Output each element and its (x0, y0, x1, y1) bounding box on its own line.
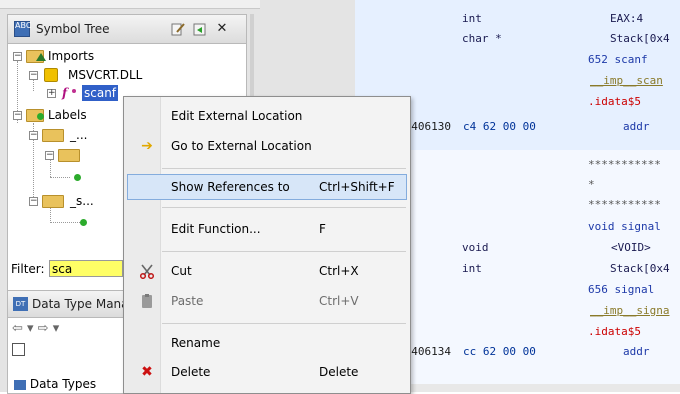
symbol-tree-title: Symbol Tree (36, 22, 110, 36)
menu-item-shortcut: Ctrl+X (319, 264, 359, 278)
menu-separator (162, 207, 406, 208)
collapse-toggle-icon[interactable]: − (13, 52, 22, 61)
folder-icon (42, 129, 64, 142)
menu-item-label: Edit External Location (171, 109, 303, 123)
menu-item-label: Delete (171, 365, 211, 379)
imports-badge-icon (36, 53, 46, 61)
menu-item-paste[interactable]: Paste Ctrl+V (127, 288, 407, 314)
menu-item-shortcut: Ctrl+V (319, 294, 359, 308)
expand-toggle-icon[interactable]: + (47, 89, 56, 98)
top-toolbar-strip (0, 0, 260, 9)
collapse-toggle-icon[interactable]: − (29, 131, 38, 140)
tree-node-label-selected: scanf (82, 85, 119, 101)
listing-line[interactable]: addr (623, 345, 650, 358)
listing-line[interactable]: int (462, 12, 482, 25)
listing-line[interactable]: 656 signal (588, 283, 654, 296)
menu-item-label: Rename (171, 336, 221, 350)
menu-item-shortcut: Ctrl+Shift+F (319, 180, 395, 194)
listing-bytes[interactable]: c4 62 00 00 (463, 120, 536, 133)
tree-guide-line (50, 177, 70, 178)
menu-item-shortcut: F (319, 222, 326, 236)
listing-line[interactable]: EAX:4 (610, 12, 643, 25)
menu-item-delete[interactable]: ✖ Delete Delete (127, 359, 407, 385)
listing-bytes[interactable]: cc 62 00 00 (463, 345, 536, 358)
menu-item-label: Paste (171, 294, 204, 308)
data-types-node[interactable]: Data Types (14, 377, 96, 391)
menu-item-shortcut: Delete (319, 365, 359, 379)
listing-line[interactable]: .idata$5 (588, 325, 641, 338)
collapse-toggle-icon[interactable]: − (13, 111, 22, 120)
export-icon[interactable] (192, 21, 208, 37)
collapse-toggle-icon[interactable]: − (45, 151, 54, 160)
collapse-toggle-icon[interactable]: − (29, 71, 38, 80)
context-menu: Edit External Location ➔ Go to External … (123, 96, 411, 394)
filter-label: Filter: (11, 262, 45, 276)
edit-icon[interactable] (170, 21, 186, 37)
menu-item-label: Cut (171, 264, 192, 278)
tree-guide-line (50, 222, 80, 223)
listing-line[interactable]: <VOID> (611, 241, 651, 254)
listing-line[interactable]: 652 scanf (588, 53, 648, 66)
data-type-manager-logo-icon: DT (13, 297, 28, 311)
tree-node-label: MSVCRT.DLL (68, 68, 143, 82)
menu-item-label: Show References to (171, 180, 290, 194)
listing-line[interactable]: *********** (588, 158, 661, 171)
folder-icon (42, 195, 64, 208)
tree-node-label: Labels (48, 108, 87, 122)
arrow-right-icon: ➔ (141, 138, 153, 154)
label-item-icon[interactable] (74, 174, 81, 181)
listing-line[interactable]: * (588, 178, 595, 191)
listing-line[interactable]: *********** (588, 198, 661, 211)
listing-line[interactable]: Stack[0x4 (610, 32, 670, 45)
close-icon[interactable]: ✕ (214, 21, 230, 37)
paste-icon (139, 293, 155, 309)
listing-line[interactable]: Stack[0x4 (610, 262, 670, 275)
label-badge-icon (37, 113, 44, 120)
symbol-tree-logo-icon: ABC (14, 21, 31, 37)
menu-item-show-references-to[interactable]: Show References to Ctrl+Shift+F (127, 174, 407, 200)
collapse-all-icon[interactable] (12, 343, 25, 356)
menu-separator (162, 168, 406, 169)
listing-line[interactable]: void (462, 241, 489, 254)
function-icon: f (62, 86, 68, 100)
tree-node-label: _... (70, 128, 88, 142)
listing-line[interactable]: char * (462, 32, 502, 45)
delete-x-icon: ✖ (141, 364, 153, 380)
data-type-manager-panel: DT Data Type Mana ⇦ ▾ ⇨ ▾ Data Types (7, 290, 129, 394)
data-type-manager-header: DT Data Type Mana (8, 291, 129, 318)
collapse-toggle-icon[interactable]: − (29, 197, 38, 206)
menu-separator (162, 251, 406, 252)
menu-item-go-to-external-location[interactable]: ➔ Go to External Location (127, 133, 407, 159)
tree-node-label: _s... (70, 194, 94, 208)
menu-separator (162, 323, 406, 324)
listing-line[interactable]: __imp__signa (590, 304, 669, 317)
menu-item-label: Go to External Location (171, 139, 312, 153)
listing-line[interactable]: __imp__scan (590, 74, 663, 87)
label-item-icon[interactable] (80, 219, 87, 226)
library-icon (44, 68, 58, 82)
function-badge-icon (72, 89, 76, 93)
menu-item-edit-function[interactable]: Edit Function... F (127, 216, 407, 242)
scissors-icon (139, 263, 155, 280)
data-type-manager-title: Data Type Mana (32, 297, 129, 311)
filter-input[interactable] (49, 260, 123, 277)
menu-item-edit-external-location[interactable]: Edit External Location (127, 103, 407, 129)
listing-line[interactable]: void signal (588, 220, 661, 233)
menu-item-rename[interactable]: Rename (127, 330, 407, 356)
symbol-tree-header: ABC Symbol Tree ✕ (8, 15, 246, 44)
folder-icon (58, 149, 80, 162)
tree-node-label: Imports (48, 49, 95, 63)
menu-item-label: Edit Function... (171, 222, 261, 236)
data-types-label: Data Types (29, 377, 97, 391)
data-types-icon (14, 379, 26, 390)
menu-item-cut[interactable]: Cut Ctrl+X (127, 258, 407, 284)
listing-line[interactable]: .idata$5 (588, 95, 641, 108)
listing-line[interactable]: addr (623, 120, 650, 133)
navigation-arrows-icon[interactable]: ⇦ ▾ ⇨ ▾ (12, 321, 128, 339)
listing-line[interactable]: int (462, 262, 482, 275)
